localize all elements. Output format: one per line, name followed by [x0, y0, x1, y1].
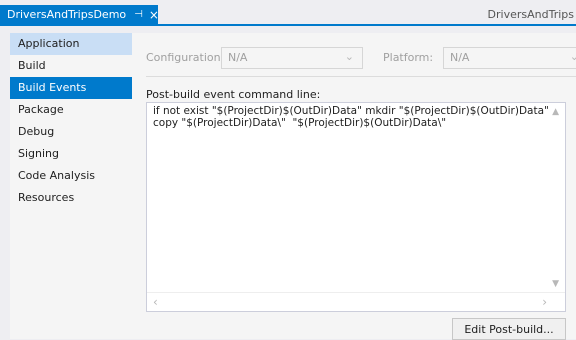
sidebar-item-label: Build Events	[18, 81, 87, 94]
tab-drivers-and-trips[interactable]: DriversAndTrips	[488, 5, 576, 24]
scroll-right-icon[interactable]: ›	[542, 295, 547, 309]
scroll-down-icon[interactable]: ▼	[552, 279, 559, 289]
configuration-value: N/A	[228, 51, 248, 64]
horizontal-scrollbar[interactable]: ‹ ›	[147, 292, 565, 311]
sidebar-item-label: Resources	[18, 191, 75, 204]
sidebar-item-label: Build	[18, 59, 46, 72]
tab-label: DriversAndTrips	[487, 8, 574, 21]
close-icon[interactable]: ×	[149, 8, 159, 22]
scroll-up-icon[interactable]: ▲	[552, 107, 559, 117]
tab-drivers-and-trips-demo[interactable]: DriversAndTripsDemo ⊣ ×	[0, 5, 159, 24]
sidebar-item-resources[interactable]: Resources	[10, 187, 132, 209]
chevron-down-icon: ⌄	[569, 50, 576, 63]
configuration-dropdown[interactable]: N/A ⌄	[221, 47, 363, 69]
platform-value: N/A	[450, 51, 470, 64]
sidebar-item-build-events[interactable]: Build Events	[10, 77, 139, 99]
scroll-left-icon[interactable]: ‹	[153, 295, 158, 309]
post-build-command-text[interactable]: if not exist "$(ProjectDir)$(OutDir)Data…	[153, 105, 549, 129]
sidebar-item-debug[interactable]: Debug	[10, 121, 132, 143]
post-build-command-textbox[interactable]: if not exist "$(ProjectDir)$(OutDir)Data…	[146, 102, 566, 312]
pin-icon[interactable]: ⊣	[134, 9, 143, 20]
sidebar-item-package[interactable]: Package	[10, 99, 132, 121]
sidebar-item-code-analysis[interactable]: Code Analysis	[10, 165, 132, 187]
configuration-row: Configuration: N/A ⌄ Platform: N/A ⌄	[146, 47, 576, 69]
divider	[146, 76, 576, 77]
sidebar-item-application[interactable]: Application	[10, 33, 132, 55]
sidebar-item-label: Debug	[18, 125, 55, 138]
sidebar-item-label: Signing	[18, 147, 60, 160]
sidebar-item-label: Package	[18, 103, 64, 116]
platform-label: Platform:	[383, 51, 434, 64]
tab-underline	[0, 24, 576, 26]
post-build-label: Post-build event command line:	[146, 88, 321, 101]
build-events-panel: Configuration: N/A ⌄ Platform: N/A ⌄ Pos…	[132, 33, 576, 340]
document-tab-strip: DriversAndTripsDemo ⊣ × DriversAndTrips	[0, 0, 576, 24]
edit-post-build-button[interactable]: Edit Post-build...	[452, 318, 566, 340]
configuration-label: Configuration:	[146, 51, 225, 64]
platform-dropdown[interactable]: N/A ⌄	[443, 47, 576, 69]
chevron-down-icon: ⌄	[344, 50, 354, 63]
project-properties-sidebar: Application Build Build Events Package D…	[10, 33, 139, 339]
sidebar-item-label: Application	[18, 37, 80, 50]
sidebar-item-build[interactable]: Build	[10, 55, 132, 77]
sidebar-item-label: Code Analysis	[18, 169, 95, 182]
sidebar-item-signing[interactable]: Signing	[10, 143, 132, 165]
tab-label: DriversAndTripsDemo	[7, 8, 127, 21]
